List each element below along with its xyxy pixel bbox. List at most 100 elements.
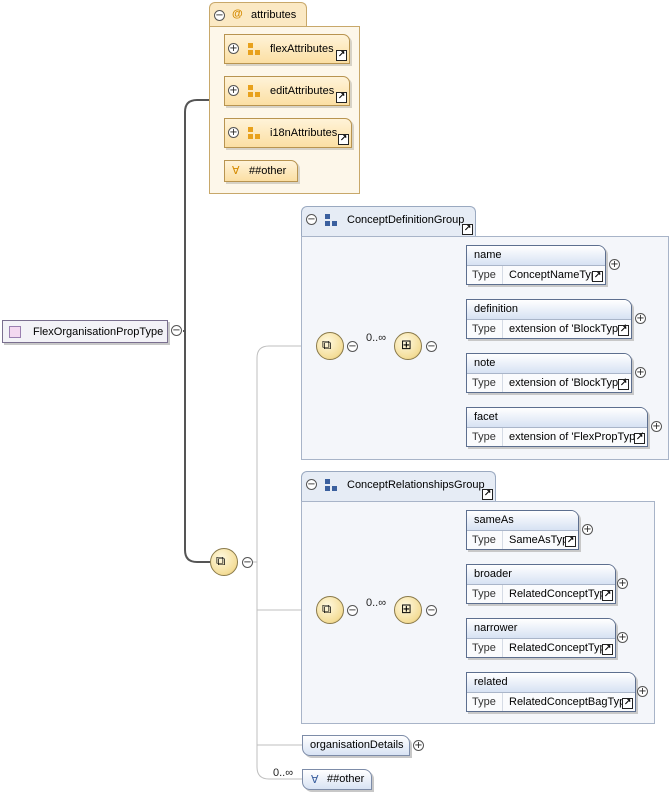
root-collapse-icon[interactable]: − (171, 325, 182, 336)
attribute-group-icon-part (255, 50, 260, 55)
attributes-tab[interactable]: − @ attributes (209, 2, 307, 27)
type-key: Type (467, 531, 503, 549)
expand-icon[interactable]: + (617, 632, 628, 643)
type-value: RelatedConceptType (509, 642, 612, 654)
element-definition[interactable]: definition Type extension of 'BlockType' … (466, 299, 632, 339)
group-sequence-compositor[interactable]: ⧉ (316, 596, 344, 624)
attribute-group-icon-part (255, 92, 260, 97)
choice-compositor[interactable]: ⊞ (394, 332, 422, 360)
group-icon-part (332, 486, 337, 491)
compositor-collapse-icon[interactable]: − (347, 341, 358, 352)
link-arrow-icon[interactable]: ↗ (618, 379, 629, 390)
attributes-connector (183, 99, 210, 332)
expand-icon[interactable]: + (635, 313, 646, 324)
type-value: ConceptNameType (509, 269, 604, 281)
element-name[interactable]: name Type ConceptNameType ↗ (466, 245, 606, 285)
element-sameas[interactable]: sameAs Type SameAsType ↗ (466, 510, 579, 550)
element-note[interactable]: note Type extension of 'BlockType' ↗ (466, 353, 632, 393)
choice-collapse-icon[interactable]: − (426, 605, 437, 616)
root-label: FlexOrganisationPropType (33, 326, 164, 338)
at-icon: @ (232, 8, 243, 20)
link-arrow-icon[interactable]: ↗ (618, 325, 629, 336)
element-name-label: definition (467, 300, 631, 320)
expand-icon[interactable]: + (651, 421, 662, 432)
link-arrow-icon[interactable]: ↗ (336, 92, 347, 103)
link-arrow-icon[interactable]: ↗ (634, 433, 645, 444)
group-sequence-compositor[interactable]: ⧉ (316, 332, 344, 360)
expand-icon[interactable]: + (228, 43, 239, 54)
element-name-label: sameAs (467, 511, 578, 531)
sequence-icon: ⧉ (322, 338, 332, 353)
expand-icon[interactable]: + (617, 578, 628, 589)
attribute-group-i18nattributes[interactable]: + i18nAttributes ↗ (224, 118, 352, 148)
group-tab-conceptrelationshipsgroup[interactable]: − ConceptRelationshipsGroup ↗ (301, 471, 496, 502)
expand-icon[interactable]: + (228, 127, 239, 138)
link-arrow-icon[interactable]: ↗ (565, 536, 576, 547)
any-element[interactable]: ∀ ##other (302, 769, 372, 790)
expand-icon[interactable]: + (635, 367, 646, 378)
expand-icon[interactable]: + (582, 524, 593, 535)
choice-collapse-icon[interactable]: − (426, 341, 437, 352)
link-arrow-icon[interactable]: ↗ (602, 644, 613, 655)
element-name-label: related (467, 673, 635, 693)
attribute-group-flexattributes[interactable]: + flexAttributes ↗ (224, 34, 350, 64)
group-icon (325, 214, 330, 219)
choice-icon: ⊞ (401, 602, 412, 617)
link-arrow-icon[interactable]: ↗ (602, 590, 613, 601)
sequence-compositor[interactable]: ⧉ (210, 548, 238, 576)
type-value: extension of 'BlockType' (509, 323, 627, 335)
element-broader[interactable]: broader Type RelatedConceptType ↗ (466, 564, 616, 604)
link-arrow-icon[interactable]: ↗ (592, 271, 603, 282)
any-attribute-label: ##other (249, 165, 287, 177)
element-narrower[interactable]: narrower Type RelatedConceptType ↗ (466, 618, 616, 658)
sequence-icon: ⧉ (216, 554, 226, 569)
any-multiplicity-label: 0..∞ (273, 767, 294, 779)
root-element[interactable]: FlexOrganisationPropType (2, 320, 168, 343)
attribute-group-icon-part (248, 92, 253, 97)
type-key: Type (467, 428, 503, 446)
group-tab-conceptdefinitiongroup[interactable]: − ConceptDefinitionGroup ↗ (301, 206, 476, 237)
element-related[interactable]: related Type RelatedConceptBagType ↗ (466, 672, 636, 712)
element-facet[interactable]: facet Type extension of 'FlexPropType' ↗ (466, 407, 648, 447)
link-arrow-icon[interactable]: ↗ (336, 50, 347, 61)
type-value: extension of 'BlockType' (509, 377, 627, 389)
expand-icon[interactable]: + (637, 686, 648, 697)
sequence-connector (184, 331, 210, 563)
group-icon-part (325, 221, 330, 226)
attribute-group-editattributes[interactable]: + editAttributes ↗ (224, 76, 350, 106)
expand-icon[interactable]: + (609, 259, 620, 270)
type-key: Type (467, 693, 503, 711)
group-icon (325, 479, 330, 484)
element-organisationdetails[interactable]: organisationDetails (302, 735, 410, 756)
type-key: Type (467, 266, 503, 284)
element-name-label: narrower (467, 619, 615, 639)
any-attribute[interactable]: ∀ ##other (224, 160, 298, 182)
attribute-group-icon-part (255, 134, 260, 139)
group-collapse-icon[interactable]: − (306, 214, 317, 225)
attributes-collapse-icon[interactable]: − (214, 10, 225, 21)
attribute-group-icon (248, 127, 253, 132)
group-label: ConceptDefinitionGroup (347, 214, 465, 226)
choice-icon: ⊞ (401, 338, 412, 353)
compositor-collapse-icon[interactable]: − (347, 605, 358, 616)
multiplicity-label: 0..∞ (366, 332, 387, 344)
link-arrow-icon[interactable]: ↗ (482, 489, 493, 500)
attribute-group-icon-part (248, 50, 253, 55)
choice-compositor[interactable]: ⊞ (394, 596, 422, 624)
attribute-group-icon-part (248, 134, 253, 139)
type-value: RelatedConceptBagType (509, 696, 632, 708)
link-arrow-icon[interactable]: ↗ (622, 698, 633, 709)
attribute-group-label: flexAttributes (270, 43, 334, 55)
attribute-group-icon (248, 85, 253, 90)
sequence-icon: ⧉ (322, 602, 332, 617)
link-arrow-icon[interactable]: ↗ (338, 134, 349, 145)
element-name-label: broader (467, 565, 615, 585)
link-arrow-icon[interactable]: ↗ (462, 224, 473, 235)
sequence-collapse-icon[interactable]: − (242, 557, 253, 568)
type-key: Type (467, 639, 503, 657)
group-collapse-icon[interactable]: − (306, 479, 317, 490)
any-icon: ∀ (311, 773, 319, 786)
any-element-label: ##other (327, 773, 365, 785)
expand-icon[interactable]: + (228, 85, 239, 96)
expand-icon[interactable]: + (413, 740, 424, 751)
